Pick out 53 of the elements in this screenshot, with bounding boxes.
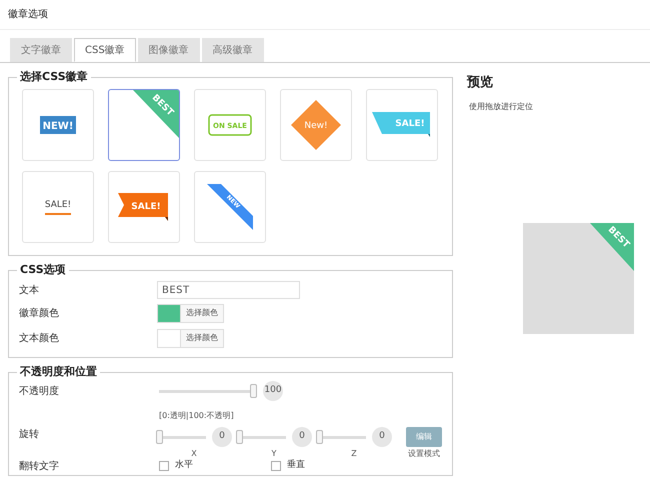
axis-label: Y <box>272 449 276 459</box>
slider-value: 0 <box>372 427 392 447</box>
choose-color-button[interactable]: 选择颜色 <box>181 328 224 348</box>
sale-badge-text: SALE! <box>44 200 72 210</box>
slider-track[interactable] <box>156 430 206 444</box>
new-badge-drawing: NEW! <box>40 116 76 134</box>
choose-color-button[interactable]: 选择颜色 <box>181 304 224 322</box>
tab[interactable]: 高级徽章 <box>202 38 264 62</box>
slider-value: 0 <box>292 427 312 447</box>
slider-handle[interactable] <box>250 384 257 398</box>
checkbox[interactable] <box>271 461 281 471</box>
field-label: 不透明度 <box>19 384 60 398</box>
slider-track[interactable] <box>236 430 286 444</box>
badge-option[interactable]: New! <box>280 89 352 161</box>
section-legend: 不透明度和位置 <box>17 365 100 379</box>
color-swatch[interactable] <box>157 304 181 322</box>
badge-option[interactable]: NEW! <box>22 89 94 161</box>
field-label: 文本颜色 <box>19 332 60 346</box>
slider-track[interactable] <box>159 384 257 398</box>
arrow-badge-drawing: SALE! <box>118 193 170 221</box>
preview-title: 预览 <box>467 74 494 92</box>
text-input-field[interactable]: BEST <box>157 281 300 299</box>
tab[interactable]: 图像徽章 <box>138 38 200 62</box>
field-label: 翻转文字 <box>19 460 60 474</box>
preview-hint: 使用拖放进行定位 <box>468 100 534 112</box>
axis-label: Z <box>351 449 357 459</box>
badge-option[interactable]: SALE! <box>366 89 438 161</box>
opacity-hint: [0:透明|100:不透明] <box>159 411 234 420</box>
checkbox[interactable] <box>159 461 169 471</box>
flag-badge-drawing: SALE! <box>372 112 432 138</box>
slider-value: 0 <box>212 427 232 447</box>
slider-value: 100 <box>263 381 283 401</box>
slider-track[interactable] <box>316 430 366 444</box>
slider-handle[interactable] <box>236 430 243 444</box>
edit-button[interactable]: 编辑 <box>406 427 442 447</box>
badge-option[interactable]: SALE! <box>108 171 180 243</box>
diamond-badge-drawing: New! <box>290 99 342 151</box>
field-label: 旋转 <box>19 428 40 442</box>
slider-handle[interactable] <box>156 430 163 444</box>
color-swatch[interactable] <box>157 328 181 348</box>
badge-option[interactable]: SALE! <box>22 171 94 243</box>
tab[interactable]: 文字徽章 <box>10 38 72 62</box>
mode-caption: 设置模式 <box>408 449 440 459</box>
checkbox-label: 垂直 <box>287 459 305 472</box>
axis-label: X <box>191 449 197 459</box>
section-legend: 选择CSS徽章 <box>17 70 91 84</box>
field-label: 文本 <box>19 284 40 298</box>
slider-handle[interactable] <box>316 430 323 444</box>
section-legend: CSS选项 <box>17 263 69 277</box>
tab[interactable]: CSS徽章 <box>74 38 136 62</box>
panel-title: 徽章选项 <box>8 8 48 22</box>
checkbox-label: 水平 <box>175 459 193 472</box>
field-label: 徽章颜色 <box>19 306 60 320</box>
